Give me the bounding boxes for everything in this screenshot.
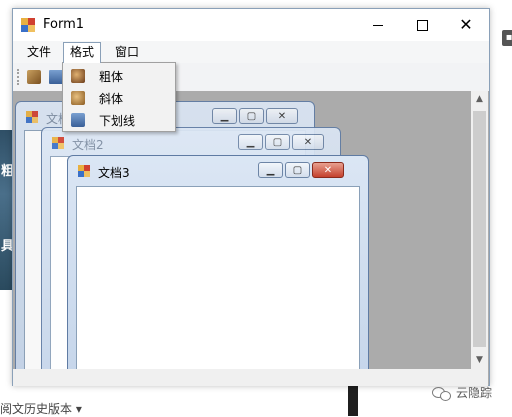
child-close-button[interactable]: ✕ — [312, 162, 344, 178]
child-caption-buttons: ▁ ▢ ✕ — [238, 134, 326, 150]
underline-icon — [71, 113, 85, 127]
watermark: 云隐踪 — [432, 384, 492, 401]
child-caption-buttons: ▁ ▢ ✕ — [258, 162, 346, 178]
background-app-icon: ▪ — [502, 30, 512, 46]
child-document-body[interactable] — [76, 186, 360, 384]
bold-icon — [71, 69, 85, 83]
menu-item-underline[interactable]: 下划线 — [65, 109, 173, 131]
watermark-text: 云隐踪 — [456, 386, 493, 400]
child-caption-buttons: ▁ ▢ ✕ — [212, 108, 300, 124]
menu-window[interactable]: 窗口 — [109, 42, 145, 62]
toolbar-grip[interactable] — [17, 69, 21, 85]
italic-icon — [71, 91, 85, 105]
child-minimize-button[interactable]: ▁ — [238, 134, 263, 150]
maximize-icon — [416, 19, 428, 31]
menu-format[interactable]: 格式 — [63, 42, 102, 63]
underline-icon[interactable] — [49, 70, 63, 84]
bold-icon[interactable] — [27, 70, 41, 84]
title-bar[interactable]: Form1 ✕ — [13, 9, 489, 41]
vertical-scrollbar[interactable]: ▲ ▼ — [471, 91, 488, 369]
menu-item-bold[interactable]: 粗体 — [65, 65, 173, 87]
child-title: 文档3 — [98, 166, 130, 180]
close-icon: ✕ — [459, 15, 473, 34]
maximize-button[interactable] — [399, 9, 445, 41]
document-icon — [26, 111, 38, 123]
menu-file[interactable]: 文件 — [21, 42, 57, 62]
menu-bar: 文件 格式 窗口 — [13, 41, 489, 63]
child-maximize-button[interactable]: ▢ — [285, 162, 310, 178]
mdi-client-area: 文档1 ▁ ▢ ✕ 文档2 ▁ ▢ ✕ — [13, 91, 489, 386]
app-icon — [21, 18, 35, 32]
background-dark-bar — [348, 386, 358, 416]
child-title: 文档2 — [72, 138, 104, 152]
menu-item-label: 斜体 — [99, 92, 124, 106]
close-button[interactable]: ✕ — [443, 9, 489, 41]
minimize-button[interactable] — [355, 9, 401, 41]
window-title: Form1 — [43, 17, 85, 32]
mdi-child-window[interactable]: 文档3 ▁ ▢ ✕ — [67, 155, 369, 385]
child-maximize-button[interactable]: ▢ — [239, 108, 264, 124]
document-icon — [52, 137, 64, 149]
wechat-icon — [432, 386, 452, 401]
child-close-button[interactable]: ✕ — [292, 134, 324, 150]
menu-item-italic[interactable]: 斜体 — [65, 87, 173, 109]
menu-item-label: 下划线 — [99, 114, 136, 128]
child-minimize-button[interactable]: ▁ — [212, 108, 237, 124]
horizontal-scrollbar[interactable] — [13, 369, 471, 386]
child-close-button[interactable]: ✕ — [266, 108, 298, 124]
scroll-up-arrow-icon[interactable]: ▲ — [471, 91, 488, 108]
menu-item-label: 粗体 — [99, 70, 124, 84]
background-history-text: 阅文历史版本 ▾ — [0, 402, 82, 416]
child-minimize-button[interactable]: ▁ — [258, 162, 283, 178]
format-dropdown-menu: 粗体 斜体 下划线 — [62, 62, 176, 132]
child-maximize-button[interactable]: ▢ — [265, 134, 290, 150]
minimize-icon — [373, 24, 383, 26]
scroll-thumb[interactable] — [473, 111, 486, 347]
scroll-down-arrow-icon[interactable]: ▼ — [471, 352, 488, 369]
document-icon — [78, 165, 90, 177]
